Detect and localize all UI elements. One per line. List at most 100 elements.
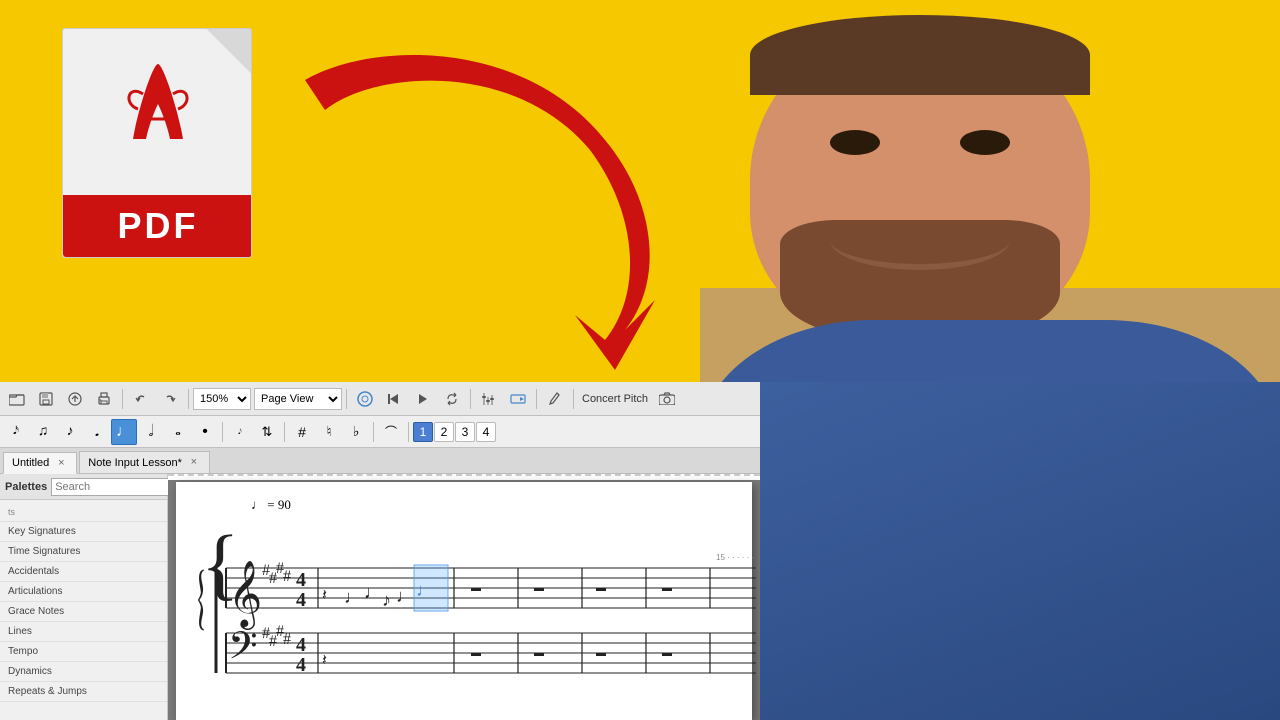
svg-text:𝄢: 𝄢: [228, 625, 258, 676]
voice-2-button[interactable]: 2: [434, 422, 454, 442]
new-folder-button[interactable]: [3, 385, 31, 413]
music-staff: 𝄔 𝄞 # # #: [196, 518, 756, 693]
redo-button[interactable]: [156, 385, 184, 413]
svg-text:▬: ▬: [596, 648, 606, 659]
voice-3-button[interactable]: 3: [455, 422, 475, 442]
toolbar-2: 𝅘𝅥𝅯 ♫ ♪ 𝅘 ♩ 𝅗𝅥 𝅝 • 𝆕 ⇅ # ♮ ♭ ⌒ 1 2 3 4: [0, 416, 760, 448]
svg-text:♩: ♩: [396, 586, 414, 606]
play-button[interactable]: [409, 385, 437, 413]
divider-note-2: [284, 422, 285, 442]
palette-item-key-sig[interactable]: Key Signatures: [0, 522, 167, 542]
palette-item-accidentals-label: Accidentals: [8, 566, 59, 577]
divider-2: [188, 389, 189, 409]
score-page: ♩ = 90 𝄔 𝄞: [176, 482, 752, 720]
svg-text:4: 4: [296, 634, 306, 656]
svg-text:15 · · · · · · · · · · · · · ·: 15 · · · · · · · · · · · · · ·: [716, 553, 756, 562]
tie-button[interactable]: ⌒: [378, 419, 404, 445]
tab-note-input-close[interactable]: ×: [187, 456, 201, 470]
camera-button[interactable]: [653, 385, 681, 413]
palette-item-accidentals[interactable]: Accidentals: [0, 562, 167, 582]
mixer-button[interactable]: [475, 385, 503, 413]
tab-untitled-close[interactable]: ×: [54, 456, 68, 470]
palette-item-lines[interactable]: Lines: [0, 622, 167, 642]
palette-item-articulations[interactable]: Articulations: [0, 582, 167, 602]
palette-item-dynamics-label: Dynamics: [8, 666, 52, 677]
concert-pitch-label: Concert Pitch: [582, 393, 648, 405]
natural-button[interactable]: ♮: [316, 419, 342, 445]
sharp-button[interactable]: #: [289, 419, 315, 445]
flip-button[interactable]: ⇅: [254, 419, 280, 445]
dotted-button[interactable]: •: [192, 419, 218, 445]
palette-items-list: ts Key Signatures Time Signatures Accide…: [0, 500, 167, 704]
edit-mode-button[interactable]: [541, 385, 569, 413]
32nd-note-button[interactable]: ♫: [30, 419, 56, 445]
tab-untitled[interactable]: Untitled ×: [3, 452, 77, 474]
svg-text:{: {: [201, 519, 239, 610]
save-button[interactable]: [32, 385, 60, 413]
palette-item-dynamics[interactable]: Dynamics: [0, 662, 167, 682]
half-note-button[interactable]: 𝅗𝅥: [138, 419, 164, 445]
view-mode-select[interactable]: Page View: [254, 388, 342, 410]
tempo-marking: ♩ = 90: [251, 497, 732, 513]
red-arrow: [225, 20, 745, 400]
acrobat-logo: [118, 54, 198, 154]
pdf-red-bar: PDF: [63, 195, 252, 257]
metronome-button[interactable]: [351, 385, 379, 413]
palette-panel: Palettes × ts Key Signatures Time Signat…: [0, 474, 168, 720]
grace-note-button[interactable]: 𝆕: [227, 419, 253, 445]
16th-note-button[interactable]: ♪: [57, 419, 83, 445]
svg-text:4: 4: [296, 654, 306, 676]
zoom-select[interactable]: 150%: [193, 388, 251, 410]
tab-note-input-lesson[interactable]: Note Input Lesson* ×: [79, 451, 210, 473]
svg-text:▬: ▬: [534, 583, 544, 594]
palette-item-repeats[interactable]: Repeats & Jumps: [0, 682, 167, 702]
64th-note-button[interactable]: 𝅘𝅥𝅯: [3, 419, 29, 445]
divider-1: [122, 389, 123, 409]
svg-text:▬: ▬: [534, 648, 544, 659]
palette-item-time-sig[interactable]: Time Signatures: [0, 542, 167, 562]
divider-note-4: [408, 422, 409, 442]
loop-button[interactable]: [438, 385, 466, 413]
palette-item-tempo[interactable]: Tempo: [0, 642, 167, 662]
musescore-window: 150% Page View: [0, 382, 760, 720]
upload-button[interactable]: [61, 385, 89, 413]
palette-item-lines-label: Lines: [8, 626, 32, 637]
palette-item-key-sig-label: Key Signatures: [8, 526, 76, 537]
palette-item-time-sig-label: Time Signatures: [8, 546, 80, 557]
palette-header: Palettes ×: [0, 474, 167, 500]
palette-item-grace-notes[interactable]: Grace Notes: [0, 602, 167, 622]
svg-text:♪: ♪: [382, 590, 391, 610]
divider-note-1: [222, 422, 223, 442]
svg-text:4: 4: [296, 569, 306, 591]
svg-text:4: 4: [296, 589, 306, 611]
flat-button[interactable]: ♭: [343, 419, 369, 445]
palette-item-tempo-label: Tempo: [8, 646, 38, 657]
go-start-button[interactable]: [380, 385, 408, 413]
svg-text:#: #: [283, 631, 291, 648]
8th-note-button[interactable]: 𝅘: [84, 419, 110, 445]
piano-roll-button[interactable]: [504, 385, 532, 413]
palette-item-ts[interactable]: ts: [0, 502, 167, 522]
toolbar-1: 150% Page View: [0, 382, 760, 416]
svg-text:▬: ▬: [471, 583, 481, 594]
palette-item-articulations-label: Articulations: [8, 586, 62, 597]
divider-3: [346, 389, 347, 409]
voice-1-button[interactable]: 1: [413, 422, 433, 442]
voice-4-button[interactable]: 4: [476, 422, 496, 442]
svg-text:𝄽: 𝄽: [322, 587, 327, 604]
undo-button[interactable]: [127, 385, 155, 413]
svg-text:▬: ▬: [471, 648, 481, 659]
print-button[interactable]: [90, 385, 118, 413]
screenshot-container: PDF: [0, 0, 1280, 720]
main-content: Palettes × ts Key Signatures Time Signat…: [0, 474, 760, 720]
svg-text:#: #: [283, 568, 291, 585]
quarter-note-button[interactable]: ♩: [111, 419, 137, 445]
svg-text:♩: ♩: [416, 580, 434, 600]
divider-6: [573, 389, 574, 409]
tab-note-input-label: Note Input Lesson*: [88, 457, 182, 469]
whole-note-button[interactable]: 𝅝: [165, 419, 191, 445]
tab-untitled-label: Untitled: [12, 457, 49, 469]
score-area: ♩ = 90 𝄔 𝄞: [168, 474, 760, 720]
divider-note-3: [373, 422, 374, 442]
svg-text:▬: ▬: [662, 648, 672, 659]
